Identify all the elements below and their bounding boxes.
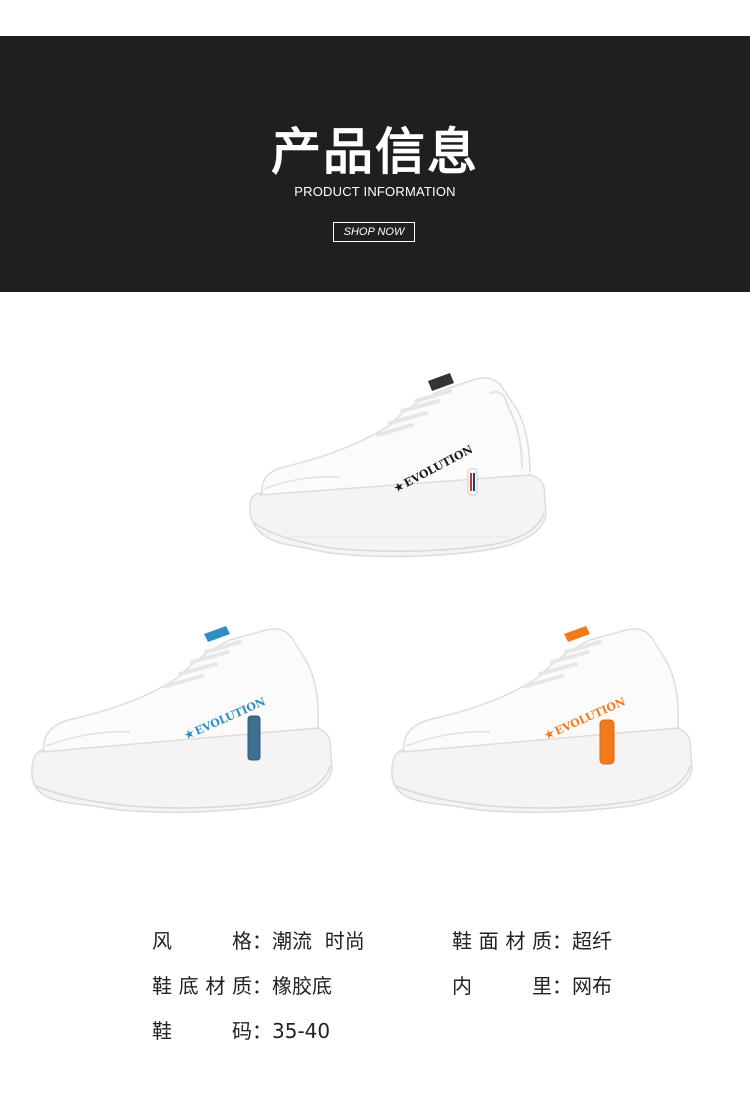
shoe-image-orange-accent: EVOLUTION ★ bbox=[391, 626, 693, 813]
banner-title: 产品信息 bbox=[271, 123, 479, 181]
shop-now-button[interactable]: SHOP NOW bbox=[333, 222, 415, 242]
spec-style-value: 潮流 时尚 bbox=[272, 929, 365, 953]
spec-style-label: 风 格 bbox=[152, 929, 252, 953]
banner-subtitle: PRODUCT INFORMATION bbox=[294, 184, 456, 199]
sneaker-illustration: EVOLUTION ★ bbox=[31, 626, 333, 813]
spec-size-value: 35-40 bbox=[272, 1019, 331, 1043]
info-banner: 产品信息 PRODUCT INFORMATION SHOP NOW bbox=[0, 36, 750, 292]
spec-size-label: 鞋 码 bbox=[152, 1019, 252, 1043]
spec-upper: 鞋面材质：超纤 bbox=[452, 925, 612, 954]
sneaker-illustration: EVOLUTION ★ bbox=[249, 373, 547, 558]
top-margin bbox=[0, 0, 750, 36]
spec-sole-label: 鞋底材质 bbox=[152, 974, 252, 998]
shoe-image-blue-accent: EVOLUTION ★ bbox=[31, 626, 333, 813]
spec-lining-value: 网布 bbox=[572, 974, 612, 998]
spec-upper-value: 超纤 bbox=[572, 929, 612, 953]
spec-lining-label: 内 里 bbox=[452, 974, 552, 998]
spec-style: 风 格：潮流 时尚 bbox=[152, 925, 365, 954]
shoe-image-black-accent: EVOLUTION ★ bbox=[249, 373, 547, 558]
spec-size: 鞋 码： 35-40 bbox=[152, 1015, 330, 1044]
spec-sole-value: 橡胶底 bbox=[272, 974, 332, 998]
sneaker-illustration: EVOLUTION ★ bbox=[391, 626, 693, 813]
product-specs: 风 格：潮流 时尚 鞋面材质：超纤 鞋底材质：橡胶底 内 里：网布 鞋 码： 35… bbox=[0, 915, 750, 1065]
spec-sole: 鞋底材质：橡胶底 bbox=[152, 970, 332, 999]
spec-upper-label: 鞋面材质 bbox=[452, 929, 552, 953]
spec-lining: 内 里：网布 bbox=[452, 970, 612, 999]
